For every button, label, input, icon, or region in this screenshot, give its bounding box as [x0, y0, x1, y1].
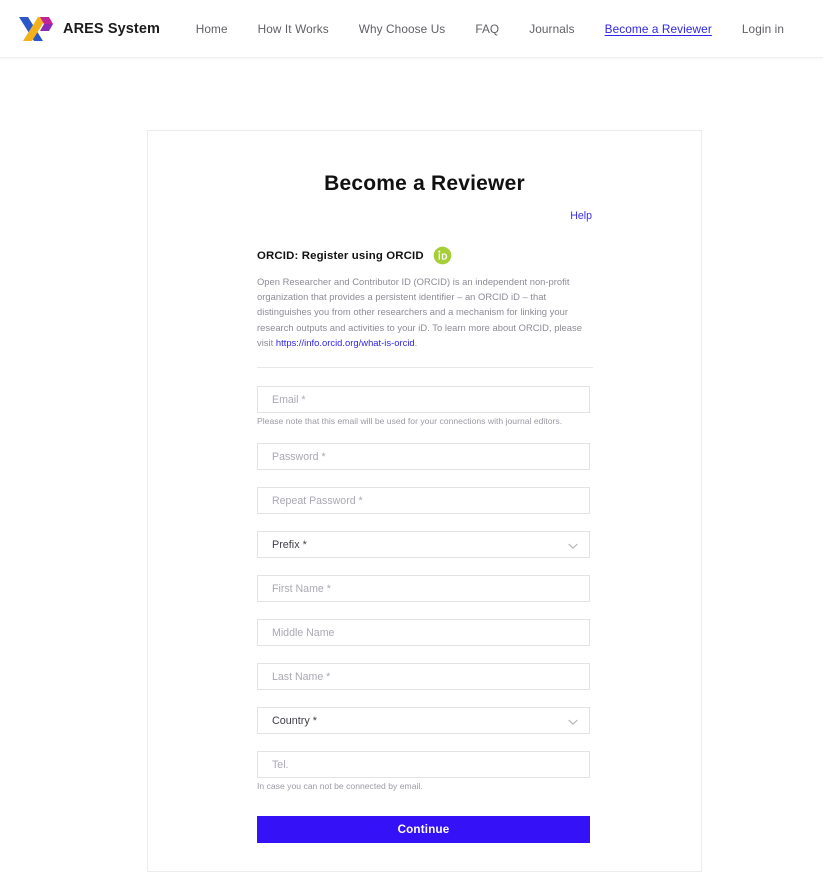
middle-name-field-block — [257, 619, 593, 647]
first-name-field-block — [257, 575, 593, 603]
orcid-id-icon[interactable] — [433, 246, 452, 265]
brand-logo-link[interactable]: ARES System — [18, 14, 160, 44]
main-nav: Home How It Works Why Choose Us FAQ Jour… — [181, 0, 799, 58]
reviewer-registration-card: Become a Reviewer Help ORCID: Register u… — [147, 130, 702, 872]
email-field-block: Please note that this email will be used… — [257, 386, 593, 426]
nav-item-home[interactable]: Home — [181, 22, 243, 36]
orcid-description-period: . — [414, 336, 418, 348]
email-input[interactable] — [257, 386, 590, 414]
nav-item-why-choose-us[interactable]: Why Choose Us — [344, 22, 461, 36]
nav-item-faq[interactable]: FAQ — [460, 22, 514, 36]
repeat-password-field-block — [257, 487, 593, 515]
prefix-select-value: Prefix * — [272, 538, 307, 551]
first-name-input[interactable] — [257, 575, 590, 603]
help-row: Help — [148, 206, 701, 224]
prefix-select[interactable]: Prefix * — [257, 531, 590, 559]
nav-item-journals[interactable]: Journals — [514, 22, 589, 36]
nav-item-become-a-reviewer[interactable]: Become a Reviewer — [590, 22, 727, 36]
last-name-field-block — [257, 663, 593, 691]
form-area: ORCID: Register using ORCID Open Researc… — [256, 246, 593, 871]
page-title: Become a Reviewer — [324, 172, 525, 195]
submit-row: Continue — [257, 816, 593, 871]
country-field-block: Country * — [257, 707, 593, 735]
prefix-field-block: Prefix * — [257, 531, 593, 559]
last-name-input[interactable] — [257, 663, 590, 691]
tel-input[interactable] — [257, 751, 590, 779]
help-link[interactable]: Help — [570, 210, 592, 222]
tel-field-block: In case you can not be connected by emai… — [257, 751, 593, 791]
nav-item-how-it-works[interactable]: How It Works — [243, 22, 344, 36]
site-header: ARES System Home How It Works Why Choose… — [0, 0, 823, 58]
orcid-label: ORCID: Register using ORCID — [257, 249, 424, 262]
brand-name: ARES System — [63, 20, 160, 37]
orcid-description: Open Researcher and Contributor ID (ORCI… — [257, 274, 593, 350]
password-input[interactable] — [257, 443, 590, 471]
nav-item-login[interactable]: Login in — [727, 22, 799, 36]
page-body: Become a Reviewer Help ORCID: Register u… — [0, 58, 823, 872]
continue-button[interactable]: Continue — [257, 816, 590, 844]
country-select-wrap: Country * — [257, 707, 590, 735]
prefix-select-wrap: Prefix * — [257, 531, 590, 559]
tel-hint: In case you can not be connected by emai… — [257, 781, 423, 792]
password-field-block — [257, 443, 593, 471]
country-select[interactable]: Country * — [257, 707, 590, 735]
ares-logo-icon — [18, 14, 54, 44]
country-select-value: Country * — [272, 714, 318, 727]
email-hint: Please note that this email will be used… — [257, 416, 563, 427]
orcid-row: ORCID: Register using ORCID — [257, 246, 593, 265]
section-divider — [257, 367, 593, 369]
orcid-info-link[interactable]: https://info.orcid.org/what-is-orcid — [276, 337, 415, 348]
repeat-password-input[interactable] — [257, 487, 590, 515]
middle-name-input[interactable] — [257, 619, 590, 647]
